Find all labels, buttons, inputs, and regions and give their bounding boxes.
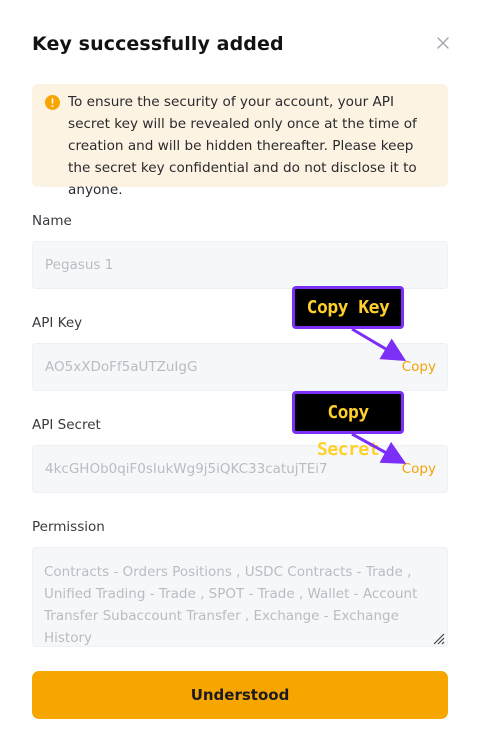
copy-secret-arrow-icon: [351, 432, 407, 464]
key-added-dialog: Key successfully added To ensure the sec…: [0, 0, 480, 751]
